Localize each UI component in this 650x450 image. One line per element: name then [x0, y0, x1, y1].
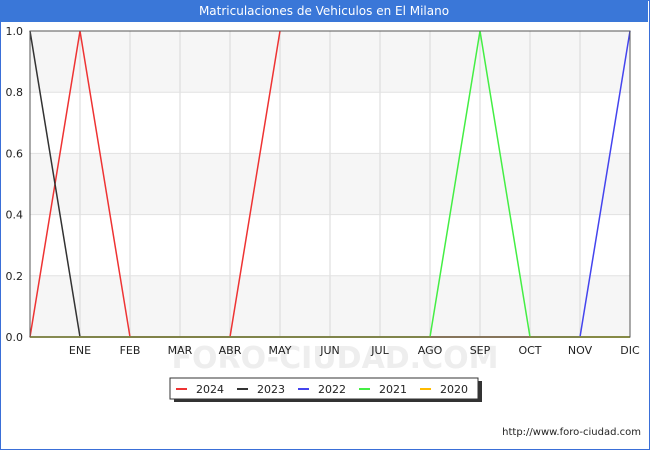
source-url[interactable]: http://www.foro-ciudad.com — [502, 427, 641, 438]
y-tick-label: 0.4 — [6, 209, 24, 222]
legend-label: 2021 — [379, 383, 407, 396]
x-tick-label: SEP — [470, 344, 491, 357]
x-tick-label: MAR — [168, 344, 193, 357]
y-tick-label: 0.6 — [6, 147, 24, 160]
x-tick-label: DIC — [620, 344, 640, 357]
x-tick-label: MAY — [269, 344, 292, 357]
x-tick-label: NOV — [568, 344, 593, 357]
legend-label: 2023 — [257, 383, 285, 396]
legend: 2024 2023 2022 2021 2020 — [169, 377, 482, 402]
line-chart: FORO-CIUDAD.COM0.00.20.40.60.81.0ENE FEB M… — [6, 25, 640, 402]
y-tick-label: 1.0 — [6, 25, 24, 38]
x-tick-label: ABR — [219, 344, 242, 357]
y-tick-label: 0.0 — [6, 331, 24, 344]
x-tick-label: JUL — [370, 344, 389, 357]
legend-label: 2022 — [318, 383, 346, 396]
x-tick-label: FEB — [120, 344, 141, 357]
y-tick-label: 0.2 — [6, 270, 24, 283]
legend-label: 2024 — [196, 383, 224, 396]
x-tick-label: JUN — [319, 344, 340, 357]
legend-label: 2020 — [440, 383, 468, 396]
x-tick-label: AGO — [418, 344, 443, 357]
x-tick-label: ENE — [69, 344, 91, 357]
x-tick-label: OCT — [518, 344, 541, 357]
y-tick-label: 0.8 — [6, 86, 24, 99]
